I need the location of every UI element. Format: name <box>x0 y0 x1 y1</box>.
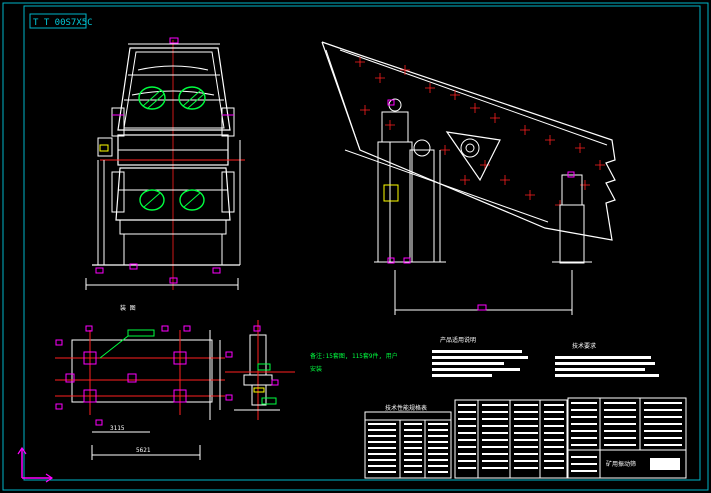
corner-mark <box>683 5 701 20</box>
plan-view <box>55 325 225 460</box>
parts-table-rows <box>458 404 564 469</box>
perf-table <box>364 411 452 479</box>
side-view <box>321 41 616 315</box>
outer-border <box>2 2 709 491</box>
perf-table-rows <box>368 423 448 473</box>
cad-drawing-canvas: T T 00S7X5C 装 图 5621 3115 备注:15套图, 115套9… <box>0 0 711 493</box>
tech-req-lines <box>555 356 659 377</box>
ucs-icon <box>17 446 54 483</box>
note-line2: 安装 <box>310 365 322 373</box>
note-line1: 备注:15套图, 115套9件, 用户 <box>310 352 398 360</box>
front-view-label: 装 图 <box>120 304 136 312</box>
title-code: T T 00S7X5C <box>33 18 93 28</box>
title-block-name: 矿用振动筛 <box>606 460 636 468</box>
detail-view <box>225 320 295 420</box>
tech-req-title: 技术要求 <box>572 342 596 350</box>
plan-dim-width: 3115 <box>110 425 125 432</box>
product-notes-title: 产品适用说明 <box>440 336 476 344</box>
perf-table-title: 技术性能规格表 <box>385 404 427 412</box>
front-view <box>85 37 245 290</box>
product-notes-lines <box>432 350 528 377</box>
plan-dim-bottom: 5621 <box>136 447 151 454</box>
cad-drawing: T T 00S7X5C 装 图 5621 3115 备注:15套图, 115套9… <box>2 2 709 491</box>
